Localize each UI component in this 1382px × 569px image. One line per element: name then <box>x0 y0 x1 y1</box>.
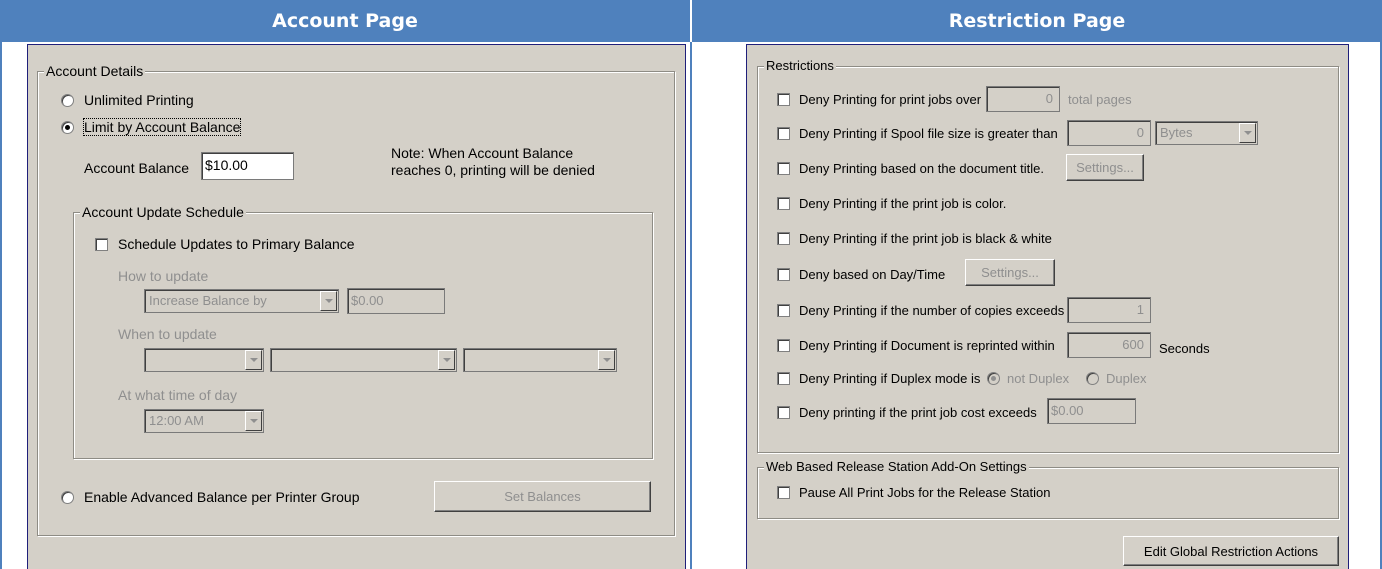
deny-spool-input[interactable]: 0 <box>1067 120 1151 146</box>
deny-pages-input[interactable]: 0 <box>986 86 1060 112</box>
restriction-panel: Restrictions Deny Printing for print job… <box>746 44 1349 569</box>
deny-cost-label[interactable]: Deny printing if the print job cost exce… <box>799 405 1037 420</box>
account-page-header: Account Page <box>0 0 690 42</box>
how-to-update-value: Increase Balance by <box>149 293 267 308</box>
account-details-group: Account Details Unlimited Printing Limit… <box>37 63 675 536</box>
deny-spool-label[interactable]: Deny Printing if Spool file size is grea… <box>799 126 1058 141</box>
deny-reprint-checkbox[interactable] <box>777 339 790 352</box>
advanced-balance-label[interactable]: Enable Advanced Balance per Printer Grou… <box>84 489 360 505</box>
chevron-down-icon[interactable] <box>245 350 262 370</box>
chevron-down-icon[interactable] <box>438 350 455 370</box>
deny-daytime-checkbox[interactable] <box>777 268 790 281</box>
pause-jobs-checkbox[interactable] <box>777 486 790 499</box>
deny-pages-checkbox[interactable] <box>777 93 790 106</box>
schedule-updates-checkbox[interactable] <box>95 238 108 251</box>
account-update-schedule-group: Account Update Schedule Schedule Updates… <box>73 204 653 459</box>
set-balances-button[interactable]: Set Balances <box>434 481 651 512</box>
total-pages-label: total pages <box>1068 92 1132 107</box>
deny-reprint-label[interactable]: Deny Printing if Document is reprinted w… <box>799 338 1055 353</box>
spool-unit-select[interactable]: Bytes <box>1155 121 1258 145</box>
deny-copies-checkbox[interactable] <box>777 304 790 317</box>
edit-global-restriction-actions-button[interactable]: Edit Global Restriction Actions <box>1123 536 1339 566</box>
deny-copies-input[interactable]: 1 <box>1067 297 1151 323</box>
restrictions-legend: Restrictions <box>764 58 836 73</box>
release-station-legend: Web Based Release Station Add-On Setting… <box>764 459 1029 474</box>
limit-by-balance-radio[interactable] <box>61 121 74 134</box>
account-page-title: Account Page <box>272 10 418 32</box>
time-of-day-select[interactable]: 12:00 AM <box>144 409 264 433</box>
deny-cost-checkbox[interactable] <box>777 406 790 419</box>
title-settings-button[interactable]: Settings... <box>1066 154 1144 181</box>
schedule-updates-label[interactable]: Schedule Updates to Primary Balance <box>118 236 355 252</box>
deny-duplex-checkbox[interactable] <box>777 372 790 385</box>
not-duplex-radio[interactable] <box>987 372 1000 385</box>
account-balance-input[interactable]: $10.00 <box>201 152 294 180</box>
when-to-update-select-3[interactable] <box>463 348 617 372</box>
chevron-down-icon[interactable] <box>598 350 615 370</box>
balance-note-line2: reaches 0, printing will be denied <box>391 162 595 178</box>
deny-reprint-input[interactable]: 600 <box>1067 332 1151 358</box>
limit-by-balance-label[interactable]: Limit by Account Balance <box>82 118 242 136</box>
restrictions-group: Restrictions Deny Printing for print job… <box>757 58 1339 453</box>
restriction-page-header: Restriction Page <box>692 0 1382 42</box>
seconds-label: Seconds <box>1159 341 1210 356</box>
duplex-label[interactable]: Duplex <box>1106 371 1146 386</box>
unlimited-printing-radio[interactable] <box>61 94 74 107</box>
deny-cost-input[interactable]: $0.00 <box>1047 398 1136 424</box>
left-column-border <box>0 42 2 569</box>
release-station-group: Web Based Release Station Add-On Setting… <box>757 459 1339 519</box>
duplex-radio[interactable] <box>1086 372 1099 385</box>
chevron-down-icon[interactable] <box>1239 123 1256 143</box>
restriction-page-title: Restriction Page <box>948 10 1126 32</box>
advanced-balance-radio[interactable] <box>61 491 74 504</box>
account-details-legend: Account Details <box>44 63 146 79</box>
not-duplex-label[interactable]: not Duplex <box>1007 371 1069 386</box>
deny-color-label[interactable]: Deny Printing if the print job is color. <box>799 196 1006 211</box>
deny-bw-checkbox[interactable] <box>777 232 790 245</box>
deny-color-checkbox[interactable] <box>777 197 790 210</box>
balance-note-line1: Note: When Account Balance <box>391 145 574 161</box>
how-to-update-label: How to update <box>118 268 209 284</box>
account-update-schedule-legend: Account Update Schedule <box>80 204 246 220</box>
account-balance-label: Account Balance <box>84 160 190 176</box>
pause-jobs-label[interactable]: Pause All Print Jobs for the Release Sta… <box>799 485 1050 500</box>
when-to-update-label: When to update <box>118 326 217 342</box>
chevron-down-icon[interactable] <box>245 411 262 431</box>
deny-title-checkbox[interactable] <box>777 162 790 175</box>
when-to-update-select-1[interactable] <box>144 348 264 372</box>
deny-duplex-label[interactable]: Deny Printing if Duplex mode is <box>799 371 980 386</box>
when-to-update-select-2[interactable] <box>270 348 457 372</box>
update-amount-input[interactable]: $0.00 <box>347 288 445 314</box>
deny-spool-checkbox[interactable] <box>777 127 790 140</box>
deny-copies-label[interactable]: Deny Printing if the number of copies ex… <box>799 303 1064 318</box>
how-to-update-select[interactable]: Increase Balance by <box>144 289 339 313</box>
chevron-down-icon[interactable] <box>320 291 337 311</box>
unlimited-printing-label[interactable]: Unlimited Printing <box>84 92 194 108</box>
daytime-settings-button[interactable]: Settings... <box>965 259 1055 286</box>
center-column-border <box>690 42 692 569</box>
deny-pages-label[interactable]: Deny Printing for print jobs over <box>799 92 981 107</box>
time-of-day-value: 12:00 AM <box>149 413 204 428</box>
account-panel: Account Details Unlimited Printing Limit… <box>27 44 686 569</box>
deny-daytime-label[interactable]: Deny based on Day/Time <box>799 267 945 282</box>
time-of-day-label: At what time of day <box>118 387 238 403</box>
deny-title-label[interactable]: Deny Printing based on the document titl… <box>799 161 1044 176</box>
spool-unit-value: Bytes <box>1160 125 1193 140</box>
deny-bw-label[interactable]: Deny Printing if the print job is black … <box>799 231 1052 246</box>
